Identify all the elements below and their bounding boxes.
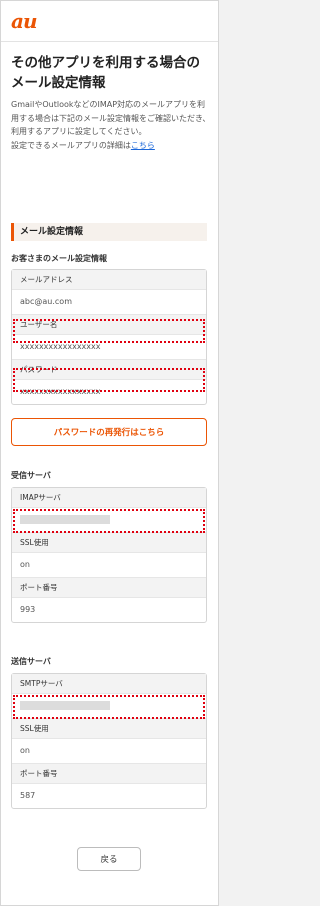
- password-redaction: [13, 368, 205, 392]
- ssl-label-in: SSL使用: [12, 533, 206, 553]
- header-divider: [1, 41, 218, 42]
- mail-settings-heading: メール設定情報: [11, 223, 207, 241]
- description-text: GmailやOutlookなどのIMAP対応のメールアプリを利用する場合は下記の…: [11, 100, 211, 136]
- smtp-label: SMTPサーバ: [12, 674, 206, 694]
- port-label-in: ポート番号: [12, 578, 206, 598]
- back-button[interactable]: 戻る: [77, 847, 141, 871]
- ssl-value-out: on: [12, 739, 206, 764]
- page-title: その他アプリを利用する場合のメール設定情報: [11, 55, 200, 91]
- ssl-value-in: on: [12, 553, 206, 578]
- smtp-redaction: [13, 695, 205, 719]
- port-label-out: ポート番号: [12, 764, 206, 784]
- page-frame: au その他アプリを利用する場合のメール設定情報 GmailやOutlookなど…: [0, 0, 219, 906]
- imap-label: IMAPサーバ: [12, 488, 206, 508]
- port-value-out: 587: [20, 791, 36, 800]
- au-logo[interactable]: au: [11, 9, 37, 33]
- email-value: abc@au.com: [12, 290, 206, 315]
- outgoing-box: SMTPサーバ SSL使用 on ポート番号 587: [11, 673, 207, 809]
- description: GmailやOutlookなどのIMAP対応のメールアプリを利用する場合は下記の…: [11, 98, 211, 152]
- imap-redaction: [13, 509, 205, 533]
- detail-prefix: 設定できるメールアプリの詳細は: [11, 140, 131, 150]
- incoming-box: IMAPサーバ SSL使用 on ポート番号 993: [11, 487, 207, 623]
- ssl-label-out: SSL使用: [12, 719, 206, 739]
- incoming-heading: 受信サーバ: [11, 471, 51, 480]
- password-reissue-button[interactable]: パスワードの再発行はこちら: [11, 418, 207, 446]
- email-label: メールアドレス: [12, 270, 206, 290]
- header: au: [1, 1, 218, 41]
- port-value-in: 993: [20, 605, 36, 614]
- mail-settings-subheading: お客さまのメール設定情報: [11, 254, 107, 263]
- outgoing-heading: 送信サーバ: [11, 657, 51, 666]
- detail-link[interactable]: こちら: [131, 141, 155, 150]
- username-redaction: [13, 319, 205, 343]
